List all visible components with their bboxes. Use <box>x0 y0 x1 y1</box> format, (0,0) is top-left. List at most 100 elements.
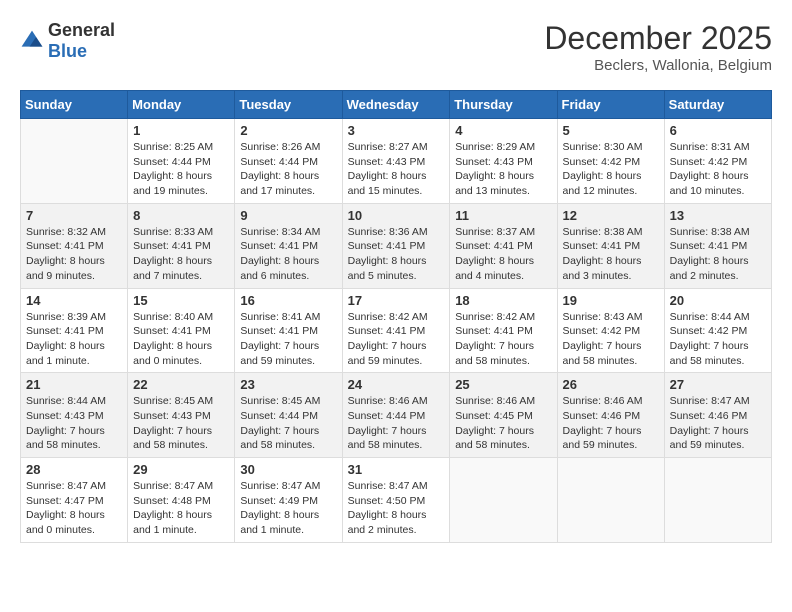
cell-content: Sunrise: 8:40 AM Sunset: 4:41 PM Dayligh… <box>133 310 229 369</box>
cell-content: Sunrise: 8:31 AM Sunset: 4:42 PM Dayligh… <box>670 140 766 199</box>
weekday-header: Wednesday <box>342 91 450 119</box>
cell-content: Sunrise: 8:46 AM Sunset: 4:44 PM Dayligh… <box>348 394 445 453</box>
cell-content: Sunrise: 8:38 AM Sunset: 4:41 PM Dayligh… <box>670 225 766 284</box>
calendar-cell: 31 Sunrise: 8:47 AM Sunset: 4:50 PM Dayli… <box>342 458 450 543</box>
cell-content: Sunrise: 8:47 AM Sunset: 4:48 PM Dayligh… <box>133 479 229 538</box>
calendar-cell: 30 Sunrise: 8:47 AM Sunset: 4:49 PM Dayli… <box>235 458 342 543</box>
month-title: December 2025 <box>544 20 772 57</box>
calendar-cell: 5 Sunrise: 8:30 AM Sunset: 4:42 PM Daylig… <box>557 119 664 204</box>
day-number: 10 <box>348 208 445 223</box>
calendar-cell: 4 Sunrise: 8:29 AM Sunset: 4:43 PM Daylig… <box>450 119 557 204</box>
calendar-cell: 20 Sunrise: 8:44 AM Sunset: 4:42 PM Dayli… <box>664 288 771 373</box>
day-number: 9 <box>240 208 336 223</box>
cell-content: Sunrise: 8:30 AM Sunset: 4:42 PM Dayligh… <box>563 140 659 199</box>
day-number: 2 <box>240 123 336 138</box>
calendar-header-row: SundayMondayTuesdayWednesdayThursdayFrid… <box>21 91 772 119</box>
cell-content: Sunrise: 8:38 AM Sunset: 4:41 PM Dayligh… <box>563 225 659 284</box>
day-number: 5 <box>563 123 659 138</box>
logo-blue-text: Blue <box>48 41 87 61</box>
day-number: 26 <box>563 377 659 392</box>
title-area: December 2025 Beclers, Wallonia, Belgium <box>544 20 772 74</box>
calendar-cell: 14 Sunrise: 8:39 AM Sunset: 4:41 PM Dayli… <box>21 288 128 373</box>
day-number: 1 <box>133 123 229 138</box>
calendar-week-row: 1 Sunrise: 8:25 AM Sunset: 4:44 PM Daylig… <box>21 119 772 204</box>
logo-icon <box>20 29 44 53</box>
cell-content: Sunrise: 8:47 AM Sunset: 4:49 PM Dayligh… <box>240 479 336 538</box>
day-number: 7 <box>26 208 122 223</box>
calendar-cell: 19Sunrise: 8:43 AM Sunset: 4:42 PM Dayli… <box>557 288 664 373</box>
weekday-header: Sunday <box>21 91 128 119</box>
day-number: 16 <box>240 293 336 308</box>
calendar-cell: 9Sunrise: 8:34 AM Sunset: 4:41 PM Daylig… <box>235 203 342 288</box>
cell-content: Sunrise: 8:42 AM Sunset: 4:41 PM Dayligh… <box>348 310 445 369</box>
cell-content: Sunrise: 8:37 AM Sunset: 4:41 PM Dayligh… <box>455 225 551 284</box>
cell-content: Sunrise: 8:29 AM Sunset: 4:43 PM Dayligh… <box>455 140 551 199</box>
calendar-cell: 3 Sunrise: 8:27 AM Sunset: 4:43 PM Daylig… <box>342 119 450 204</box>
day-number: 14 <box>26 293 122 308</box>
weekday-header: Monday <box>128 91 235 119</box>
cell-content: Sunrise: 8:44 AM Sunset: 4:43 PM Dayligh… <box>26 394 122 453</box>
calendar-cell: 25 Sunrise: 8:46 AM Sunset: 4:45 PM Dayli… <box>450 373 557 458</box>
calendar-cell: 8 Sunrise: 8:33 AM Sunset: 4:41 PM Daylig… <box>128 203 235 288</box>
calendar-cell: 29Sunrise: 8:47 AM Sunset: 4:48 PM Dayli… <box>128 458 235 543</box>
calendar-cell: 22Sunrise: 8:45 AM Sunset: 4:43 PM Dayli… <box>128 373 235 458</box>
day-number: 4 <box>455 123 551 138</box>
day-number: 19 <box>563 293 659 308</box>
cell-content: Sunrise: 8:42 AM Sunset: 4:41 PM Dayligh… <box>455 310 551 369</box>
calendar-cell: 15Sunrise: 8:40 AM Sunset: 4:41 PM Dayli… <box>128 288 235 373</box>
cell-content: Sunrise: 8:47 AM Sunset: 4:47 PM Dayligh… <box>26 479 122 538</box>
calendar-week-row: 7 Sunrise: 8:32 AM Sunset: 4:41 PM Daylig… <box>21 203 772 288</box>
calendar-cell: 16 Sunrise: 8:41 AM Sunset: 4:41 PM Dayli… <box>235 288 342 373</box>
calendar-week-row: 21 Sunrise: 8:44 AM Sunset: 4:43 PM Dayli… <box>21 373 772 458</box>
day-number: 20 <box>670 293 766 308</box>
calendar-cell <box>21 119 128 204</box>
calendar-cell <box>664 458 771 543</box>
weekday-header: Thursday <box>450 91 557 119</box>
cell-content: Sunrise: 8:32 AM Sunset: 4:41 PM Dayligh… <box>26 225 122 284</box>
calendar-cell <box>557 458 664 543</box>
day-number: 21 <box>26 377 122 392</box>
cell-content: Sunrise: 8:41 AM Sunset: 4:41 PM Dayligh… <box>240 310 336 369</box>
calendar-cell: 26 Sunrise: 8:46 AM Sunset: 4:46 PM Dayli… <box>557 373 664 458</box>
day-number: 17 <box>348 293 445 308</box>
page-header: General Blue December 2025 Beclers, Wall… <box>20 20 772 74</box>
cell-content: Sunrise: 8:47 AM Sunset: 4:50 PM Dayligh… <box>348 479 445 538</box>
day-number: 11 <box>455 208 551 223</box>
calendar-week-row: 14 Sunrise: 8:39 AM Sunset: 4:41 PM Dayli… <box>21 288 772 373</box>
cell-content: Sunrise: 8:33 AM Sunset: 4:41 PM Dayligh… <box>133 225 229 284</box>
cell-content: Sunrise: 8:45 AM Sunset: 4:43 PM Dayligh… <box>133 394 229 453</box>
location-subtitle: Beclers, Wallonia, Belgium <box>544 57 772 74</box>
calendar-cell: 7 Sunrise: 8:32 AM Sunset: 4:41 PM Daylig… <box>21 203 128 288</box>
calendar-cell: 2 Sunrise: 8:26 AM Sunset: 4:44 PM Daylig… <box>235 119 342 204</box>
day-number: 12 <box>563 208 659 223</box>
day-number: 6 <box>670 123 766 138</box>
cell-content: Sunrise: 8:39 AM Sunset: 4:41 PM Dayligh… <box>26 310 122 369</box>
day-number: 8 <box>133 208 229 223</box>
calendar-cell: 17 Sunrise: 8:42 AM Sunset: 4:41 PM Dayli… <box>342 288 450 373</box>
cell-content: Sunrise: 8:46 AM Sunset: 4:45 PM Dayligh… <box>455 394 551 453</box>
cell-content: Sunrise: 8:47 AM Sunset: 4:46 PM Dayligh… <box>670 394 766 453</box>
day-number: 31 <box>348 462 445 477</box>
calendar-cell: 6 Sunrise: 8:31 AM Sunset: 4:42 PM Daylig… <box>664 119 771 204</box>
cell-content: Sunrise: 8:44 AM Sunset: 4:42 PM Dayligh… <box>670 310 766 369</box>
calendar-cell: 27 Sunrise: 8:47 AM Sunset: 4:46 PM Dayli… <box>664 373 771 458</box>
calendar-week-row: 28Sunrise: 8:47 AM Sunset: 4:47 PM Dayli… <box>21 458 772 543</box>
calendar-cell: 11 Sunrise: 8:37 AM Sunset: 4:41 PM Dayli… <box>450 203 557 288</box>
cell-content: Sunrise: 8:36 AM Sunset: 4:41 PM Dayligh… <box>348 225 445 284</box>
cell-content: Sunrise: 8:46 AM Sunset: 4:46 PM Dayligh… <box>563 394 659 453</box>
calendar-cell: 23Sunrise: 8:45 AM Sunset: 4:44 PM Dayli… <box>235 373 342 458</box>
day-number: 30 <box>240 462 336 477</box>
day-number: 23 <box>240 377 336 392</box>
calendar-cell: 24Sunrise: 8:46 AM Sunset: 4:44 PM Dayli… <box>342 373 450 458</box>
cell-content: Sunrise: 8:27 AM Sunset: 4:43 PM Dayligh… <box>348 140 445 199</box>
cell-content: Sunrise: 8:25 AM Sunset: 4:44 PM Dayligh… <box>133 140 229 199</box>
day-number: 27 <box>670 377 766 392</box>
calendar-cell: 1 Sunrise: 8:25 AM Sunset: 4:44 PM Daylig… <box>128 119 235 204</box>
calendar-cell: 21 Sunrise: 8:44 AM Sunset: 4:43 PM Dayli… <box>21 373 128 458</box>
weekday-header: Saturday <box>664 91 771 119</box>
calendar-cell: 18Sunrise: 8:42 AM Sunset: 4:41 PM Dayli… <box>450 288 557 373</box>
day-number: 3 <box>348 123 445 138</box>
day-number: 13 <box>670 208 766 223</box>
day-number: 25 <box>455 377 551 392</box>
cell-content: Sunrise: 8:26 AM Sunset: 4:44 PM Dayligh… <box>240 140 336 199</box>
